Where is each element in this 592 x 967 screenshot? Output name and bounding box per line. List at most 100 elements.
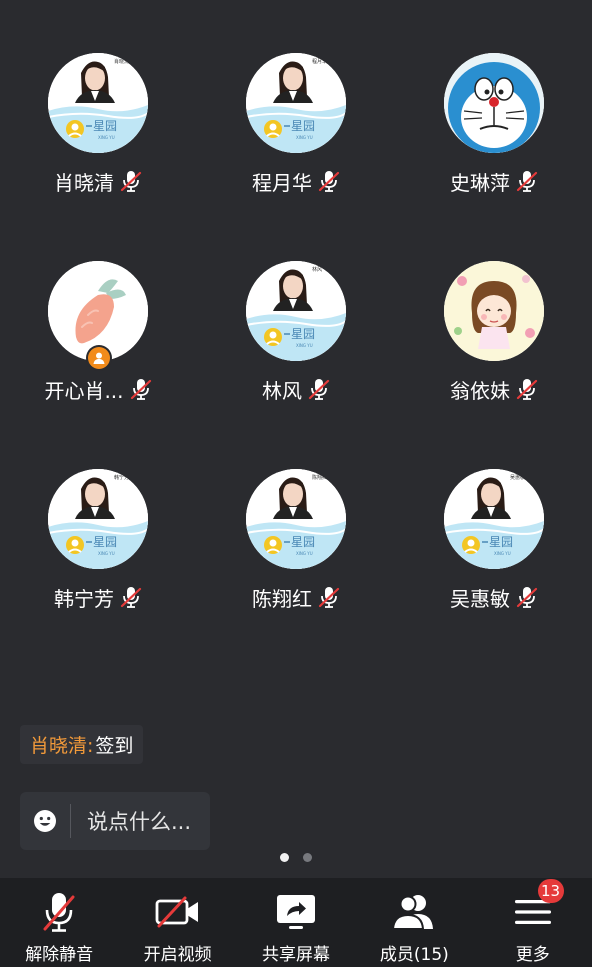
mic-muted-icon	[318, 586, 340, 608]
start-video-button[interactable]: 开启视频	[118, 878, 236, 967]
emoji-button[interactable]	[20, 792, 70, 850]
share-screen-label: 共享屏幕	[261, 945, 330, 965]
participant-name: 程月华	[252, 170, 312, 195]
svg-text:XING YU: XING YU	[494, 551, 511, 556]
page-indicator	[0, 853, 592, 865]
mic-muted-icon	[308, 378, 330, 400]
participant-name: 翁依妹	[450, 378, 510, 403]
members-button[interactable]: 成员(15)	[355, 878, 473, 967]
participant-tile[interactable]: 林风 星园 XING YU 林风	[206, 261, 386, 421]
svg-text:星园: 星园	[93, 535, 117, 549]
participant-name: 吴惠敏	[450, 586, 510, 611]
svg-text:程月华: 程月华	[312, 58, 327, 65]
avatar: 程月华星园 XING YU	[246, 53, 346, 153]
share-screen-icon	[272, 890, 320, 934]
members-label: 成员(15)	[379, 945, 449, 965]
avatar	[48, 261, 148, 361]
avatar-container: 陈翔红星园 XING YU	[246, 469, 346, 569]
mic-muted-icon	[516, 586, 538, 608]
notification-badge: 13	[537, 879, 564, 903]
avatar	[444, 53, 544, 153]
participant-name-row: 吴惠敏	[404, 582, 584, 612]
avatar-container	[444, 53, 544, 153]
participant-name: 林风	[262, 378, 302, 403]
members-icon	[390, 890, 438, 934]
video-off-icon	[154, 890, 202, 934]
svg-text:XING YU: XING YU	[98, 551, 115, 556]
avatar: 林风星园 XING YU	[246, 261, 346, 361]
smiley-icon	[34, 810, 56, 832]
participant-tile[interactable]: 史琳萍	[404, 53, 584, 213]
svg-text:XING YU: XING YU	[296, 343, 313, 348]
chat-input-placeholder[interactable]: 说点什么...	[87, 806, 191, 836]
avatar: 吴惠敏星园 XING YU	[444, 469, 544, 569]
participant-name: 史琳萍	[450, 170, 510, 195]
participant-name-row: 翁依妹	[404, 374, 584, 404]
participant-tile[interactable]: 肖晓清 星园 XING YU 肖晓清	[8, 53, 188, 213]
avatar: 陈翔红星园 XING YU	[246, 469, 346, 569]
participant-name: 开心肖...	[44, 378, 124, 403]
start-video-label: 开启视频	[143, 945, 212, 965]
participant-tile[interactable]: 翁依妹	[404, 261, 584, 421]
chat-input-bar[interactable]: 说点什么...	[20, 792, 210, 850]
chat-message: 肖晓清: 签到	[20, 725, 144, 764]
chat-sender: 肖晓清:	[30, 735, 94, 757]
share-screen-button[interactable]: 共享屏幕	[237, 878, 355, 967]
avatar-container: 韩宁芳星园 XING YU	[48, 469, 148, 569]
svg-text:韩宁芳: 韩宁芳	[114, 474, 129, 481]
unmute-label: 解除静音	[25, 945, 94, 965]
svg-text:XING YU: XING YU	[296, 551, 313, 556]
meeting-screen: 肖晓清 星园 XING YU 肖晓清 程月华 星园 XING YU 程月华 史琳萍	[0, 0, 592, 967]
participant-tile[interactable]: 开心肖...	[8, 261, 188, 421]
mic-muted-icon	[516, 378, 538, 400]
page-dot-active[interactable]	[280, 853, 289, 862]
chat-divider	[70, 804, 71, 838]
mic-muted-icon	[120, 586, 142, 608]
avatar: 肖晓清星园 XING YU	[48, 53, 148, 153]
avatar-container: 林风星园 XING YU	[246, 261, 346, 361]
host-badge-icon	[88, 347, 110, 369]
svg-text:星园: 星园	[291, 119, 315, 133]
svg-text:林风: 林风	[312, 266, 322, 273]
participant-name-row: 陈翔红	[206, 582, 386, 612]
more-label: 更多	[515, 945, 550, 965]
svg-text:XING YU: XING YU	[296, 135, 313, 140]
avatar-container	[444, 261, 544, 361]
svg-text:星园: 星园	[93, 119, 117, 133]
mic-muted-icon	[318, 170, 340, 192]
participant-tile[interactable]: 陈翔红 星园 XING YU 陈翔红	[206, 469, 386, 629]
participant-name-row: 肖晓清	[8, 166, 188, 196]
svg-text:吴惠敏: 吴惠敏	[510, 474, 525, 481]
avatar-container: 肖晓清星园 XING YU	[48, 53, 148, 153]
participant-tile[interactable]: 吴惠敏 星园 XING YU 吴惠敏	[404, 469, 584, 629]
avatar	[444, 261, 544, 361]
avatar: 韩宁芳星园 XING YU	[48, 469, 148, 569]
participant-name: 肖晓清	[54, 170, 114, 195]
participant-name-row: 韩宁芳	[8, 582, 188, 612]
svg-text:肖晓清: 肖晓清	[114, 58, 129, 65]
svg-text:星园: 星园	[291, 327, 315, 341]
participant-name-row: 林风	[206, 374, 386, 404]
mic-muted-icon	[516, 170, 538, 192]
participant-tile[interactable]: 程月华 星园 XING YU 程月华	[206, 53, 386, 213]
participant-name-row: 程月华	[206, 166, 386, 196]
participant-name-row: 开心肖...	[8, 374, 188, 404]
more-button[interactable]: 更多 13	[474, 878, 592, 967]
svg-text:星园: 星园	[489, 535, 513, 549]
svg-text:陈翔红: 陈翔红	[312, 474, 327, 481]
participant-name: 韩宁芳	[54, 586, 114, 611]
page-dot[interactable]	[303, 853, 312, 862]
avatar-container: 吴惠敏星园 XING YU	[444, 469, 544, 569]
mic-muted-icon	[35, 890, 83, 934]
avatar-container: 程月华星园 XING YU	[246, 53, 346, 153]
unmute-button[interactable]: 解除静音	[0, 878, 118, 967]
participant-name: 陈翔红	[252, 586, 312, 611]
chat-text: 签到	[95, 735, 134, 757]
svg-text:星园: 星园	[291, 535, 315, 549]
avatar-container	[48, 261, 148, 369]
svg-text:XING YU: XING YU	[98, 135, 115, 140]
bottom-toolbar: 解除静音 开启视频 共享屏幕 成员(15) 更多 13	[0, 878, 592, 967]
participant-tile[interactable]: 韩宁芳 星园 XING YU 韩宁芳	[8, 469, 188, 629]
participant-name-row: 史琳萍	[404, 166, 584, 196]
mic-muted-icon	[130, 378, 152, 400]
